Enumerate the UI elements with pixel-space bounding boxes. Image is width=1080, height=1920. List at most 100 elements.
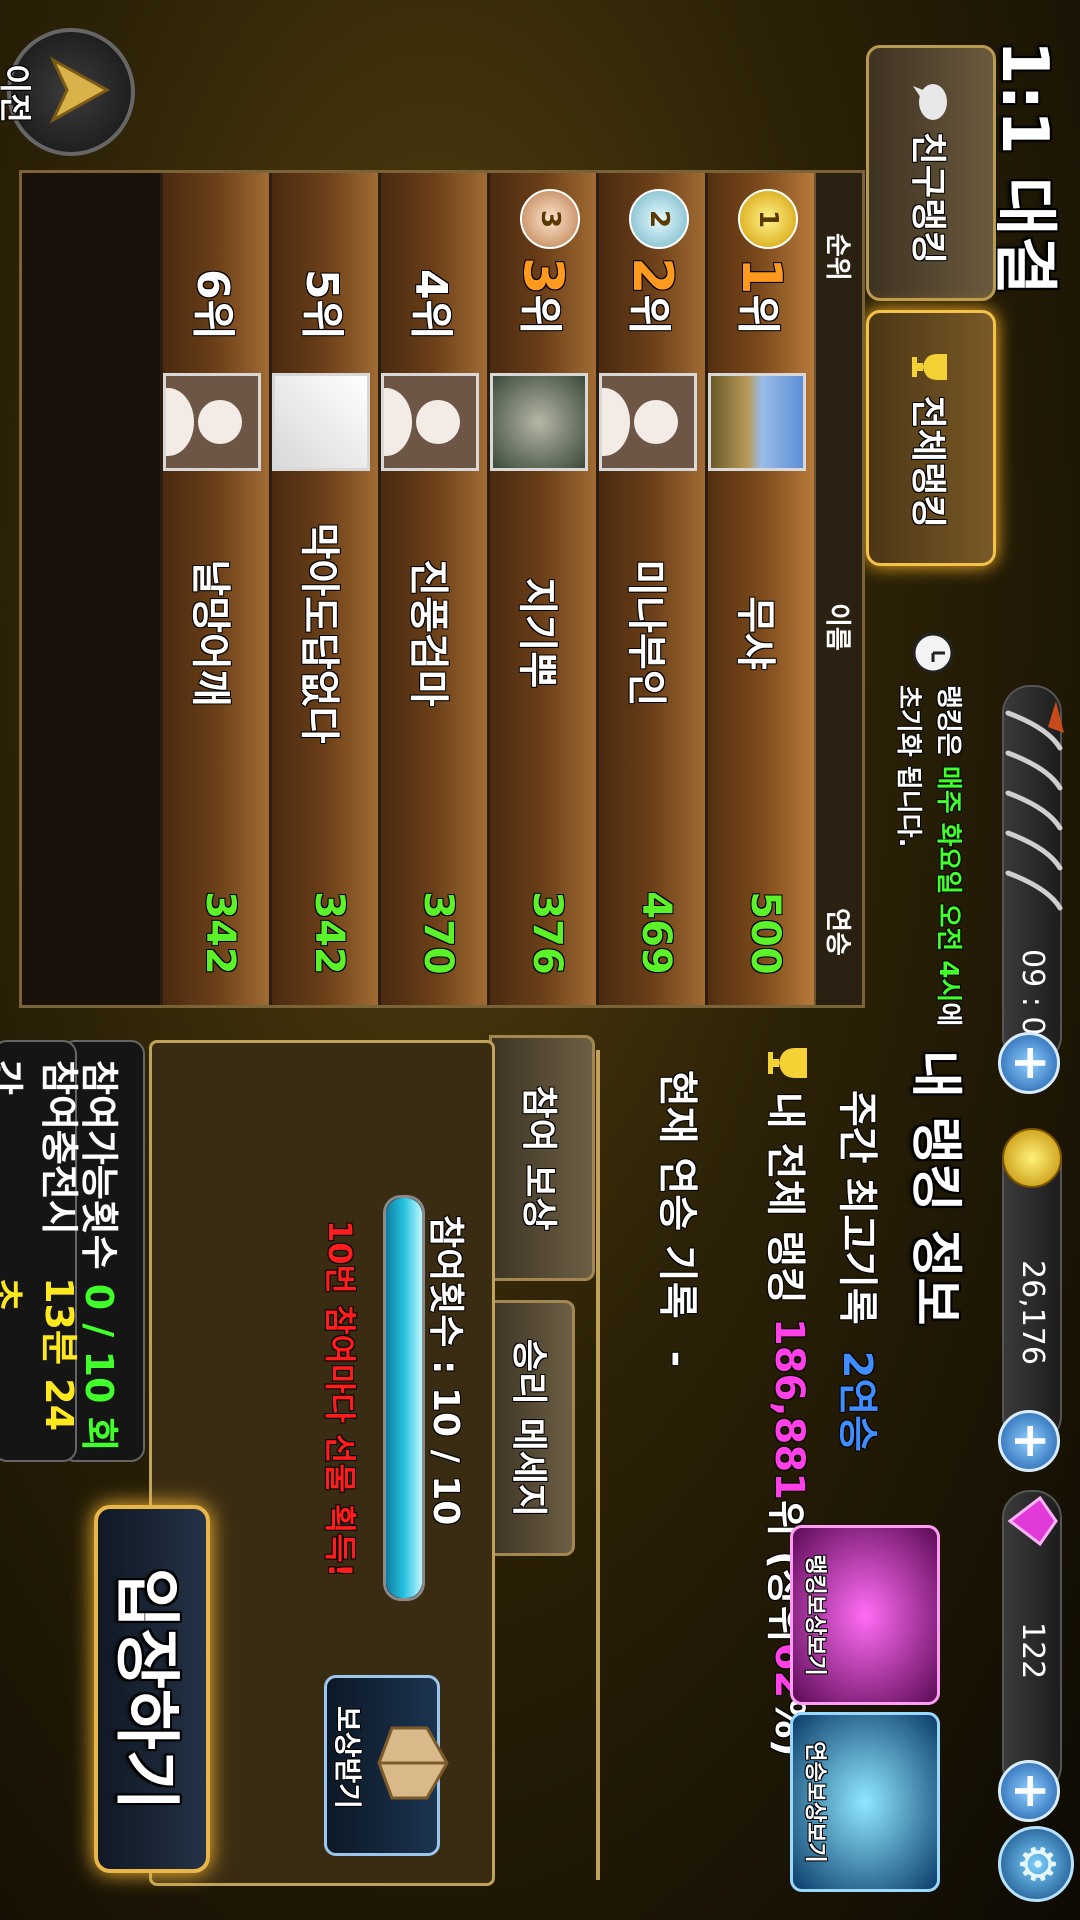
default-avatar-icon [142, 376, 258, 468]
player-name: 미나부인 [623, 559, 669, 707]
default-avatar-icon [360, 376, 476, 468]
rank-number: 3 [512, 257, 575, 295]
back-label: 이전 [0, 64, 34, 123]
avatar[interactable] [272, 373, 370, 471]
player-name: 진풍검마 [405, 559, 451, 707]
player-name: 막아도답없다 [296, 522, 342, 744]
settings-gear-icon[interactable]: ⚙ [998, 1826, 1074, 1902]
rank-number: 5 [296, 269, 347, 300]
ranking-rows: 11위무샤500방문22위미나부인469방문33위지기뿌376방문4위진풍검마3… [142, 173, 814, 1005]
default-avatar-icon [578, 376, 694, 468]
tab-total-ranking[interactable]: 전체랭킹 [866, 310, 996, 566]
header-name: 이름 [822, 603, 852, 651]
ranking-table: 순위 이름 연승 11위무샤500방문22위미나부인469방문33위지기뿌376… [19, 170, 865, 1008]
gem-pill: 122 [1002, 1490, 1062, 1794]
rank-medal-icon: 2 [629, 189, 689, 249]
my-ranking-title: 내 랭킹 정보 [905, 1050, 965, 1326]
back-arrow-icon [49, 56, 111, 124]
add-gold-button[interactable]: + [998, 1410, 1060, 1472]
table-row: 4위진풍검마370방문 [360, 173, 487, 1005]
rank-suffix: 위 [732, 294, 783, 336]
win-streak: 342 [197, 891, 243, 975]
weekly-best-value: 2연승 [834, 1350, 880, 1453]
rank-suffix: 위 [514, 294, 565, 336]
participation-count: 참여횟수 : 10 / 10 [425, 1215, 466, 1526]
game-screen: 1:1 대결 09 : 03 + 26,176 + 122 + ⚙ 친구랭킹 전… [0, 0, 1080, 1920]
participation-progress-track [383, 1195, 425, 1601]
rank-suffix: 위 [405, 299, 456, 341]
energy-pill: 09 : 03 [1002, 685, 1064, 1064]
rank-text: 2위 [621, 257, 685, 335]
table-header: 순위 이름 연승 [814, 173, 862, 1005]
streak-reward-label: 연승보상보기 [802, 1741, 827, 1863]
table-row: 6위날망어깨342방문 [142, 173, 269, 1005]
notice-highlight: 매주 화요일 오전 4시 [933, 765, 963, 1003]
rank-text: 1위 [730, 257, 794, 335]
win-streak: 342 [306, 891, 352, 975]
enter-button[interactable]: 입장하기 [94, 1505, 210, 1873]
win-streak: 469 [633, 891, 679, 975]
tab-friend-ranking-label: 친구랭킹 [907, 131, 948, 265]
rank-number: 4 [405, 269, 456, 300]
panel-divider [596, 1050, 600, 1880]
avatar[interactable] [578, 373, 697, 471]
rank-number: 1 [730, 257, 793, 295]
header-streak: 연승 [822, 908, 852, 956]
rank-suffix: 위 [296, 299, 347, 341]
header-rank: 순위 [822, 233, 852, 281]
player-name: 무샤 [732, 596, 778, 670]
notice-suffix: 에 [933, 1002, 963, 1027]
win-streak: 500 [742, 891, 788, 975]
reset-notice: 랭킹은 매주 화요일 오전 4시에 초기화 됩니다. [888, 685, 968, 1026]
weekly-best-label: 주간 최고기록 [834, 1090, 880, 1325]
receive-reward-label: 보상받기 [331, 1706, 364, 1810]
total-rank-value: 186,881 [766, 1317, 812, 1501]
avatar[interactable] [360, 373, 479, 471]
tab-victory-message[interactable]: 승리 메세지 [489, 1300, 575, 1556]
current-streak-label: 현재 연승 기록 [654, 1070, 700, 1319]
gem-amount: 122 [1015, 1622, 1050, 1680]
avatar[interactable] [490, 373, 588, 471]
gold-coin-icon [1002, 1128, 1062, 1188]
ranking-reward-button[interactable]: 랭킹보상보기 [790, 1525, 940, 1705]
tab-participation-reward[interactable]: 참여 보상 [489, 1035, 595, 1281]
rank-medal-icon: 3 [520, 189, 580, 249]
small-trophy-icon [768, 1048, 807, 1078]
rank-text: 6위 [185, 269, 249, 340]
recharge-time-pill: 참여충전시간 13분 24초 [0, 1040, 81, 1462]
gift-box-icon [377, 1726, 449, 1800]
win-streak: 376 [524, 891, 570, 975]
recharge-value: 13분 24초 [0, 1277, 81, 1432]
trophy-icon [912, 353, 947, 380]
sword-icons [1005, 701, 1064, 911]
clock-icon [912, 632, 954, 674]
table-row: 33위지기뿌376방문 [487, 173, 596, 1005]
add-energy-button[interactable]: + [998, 1032, 1060, 1094]
screen-title: 1:1 대결 [987, 40, 1061, 295]
ranking-reward-label: 랭킹보상보기 [802, 1554, 827, 1676]
win-streak: 370 [415, 891, 461, 975]
gem-icon [1007, 1495, 1058, 1547]
add-gem-button[interactable]: + [998, 1760, 1060, 1822]
participation-progress-fill [386, 1198, 422, 1598]
notice-prefix: 랭킹은 [933, 685, 963, 766]
participation-message: 10번 참여마다 선물 획득! [321, 1220, 359, 1578]
tab-friend-ranking[interactable]: 친구랭킹 [866, 45, 996, 301]
rank-number: 2 [621, 257, 684, 295]
rank-text: 5위 [294, 269, 358, 340]
current-streak-value: - [654, 1350, 700, 1368]
gold-pill: 26,176 [1002, 1128, 1062, 1444]
tab-victory-message-label: 승리 메세지 [508, 1338, 549, 1518]
recharge-label: 참여충전시간 [0, 1060, 81, 1235]
rank-suffix: 위 [187, 299, 238, 341]
table-row: 22위미나부인469방문 [578, 173, 705, 1005]
streak-reward-button[interactable]: 연승보상보기 [790, 1712, 940, 1892]
rank-medal-icon: 1 [738, 189, 798, 249]
notice-line2: 초기화 됩니다. [893, 685, 923, 848]
total-rank-label: 내 전체 랭킹 [762, 1092, 808, 1304]
player-name: 날망어깨 [187, 559, 233, 707]
receive-reward-button[interactable]: 보상받기 [324, 1675, 449, 1856]
weekly-best-line: 주간 최고기록 2연승 [832, 1090, 890, 1452]
avatar[interactable] [708, 373, 806, 471]
avatar[interactable] [142, 373, 261, 471]
